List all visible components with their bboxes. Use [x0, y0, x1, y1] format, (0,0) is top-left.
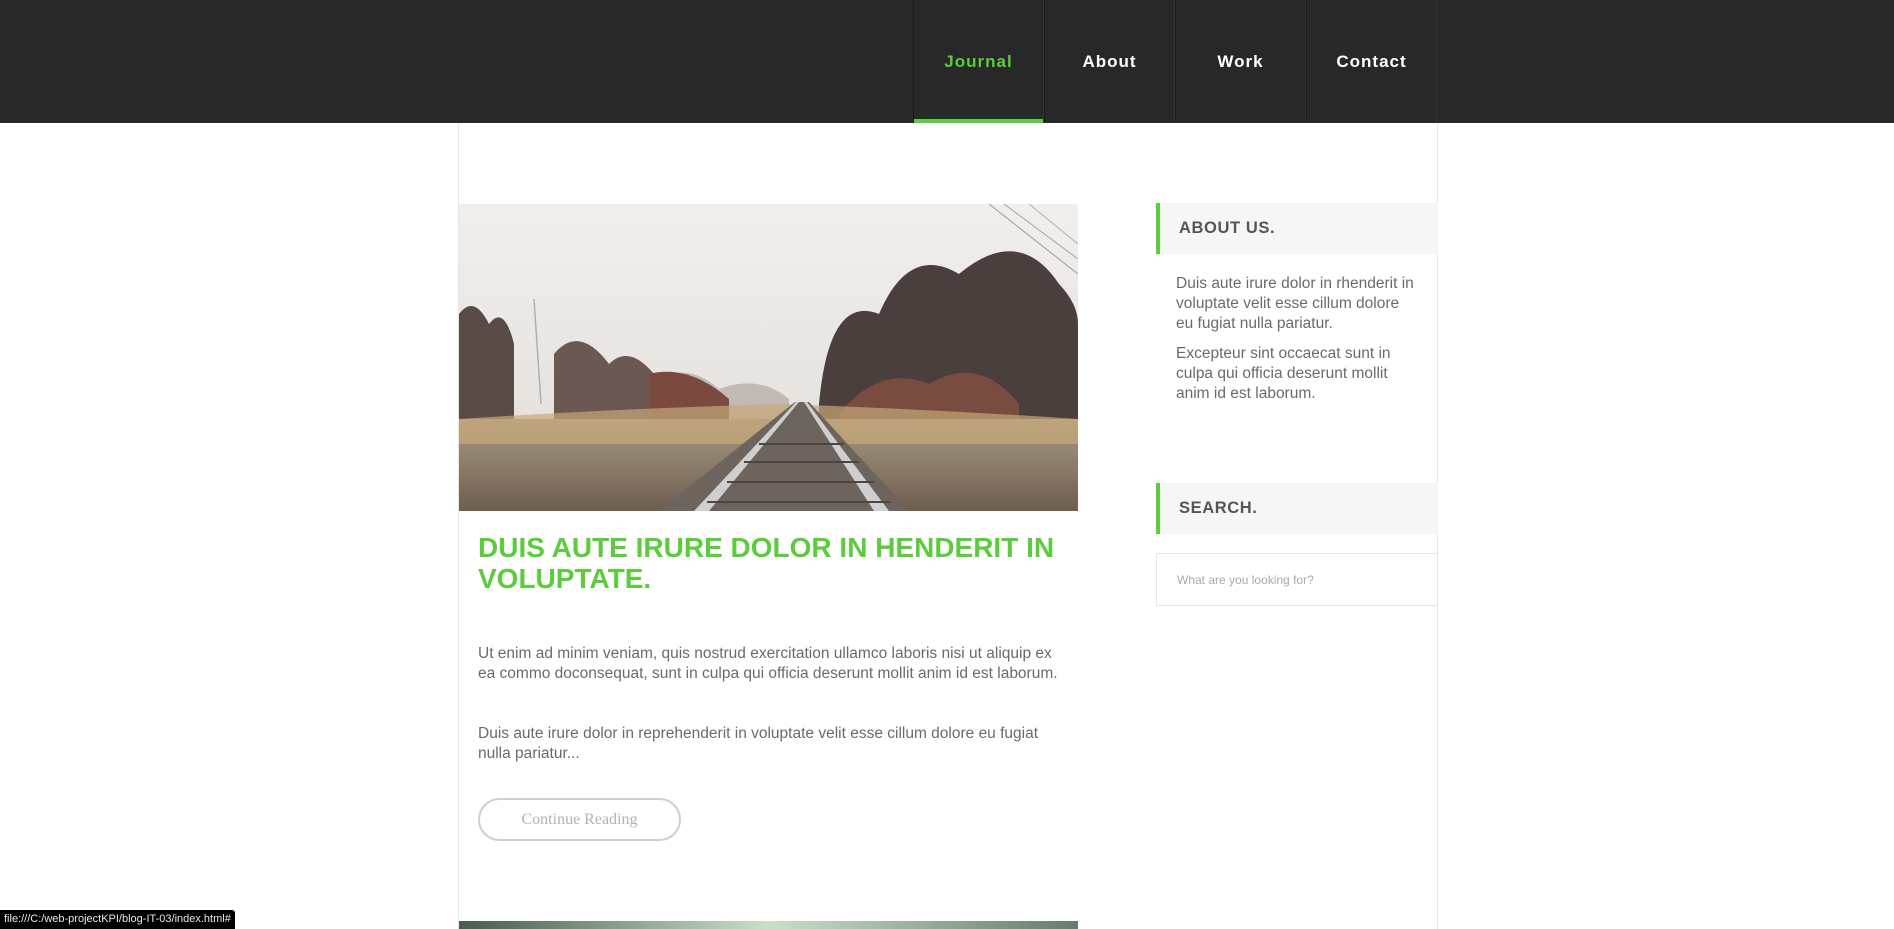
- post-image[interactable]: [459, 204, 1078, 511]
- post-paragraph: Duis aute irure dolor in reprehenderit i…: [478, 725, 1039, 762]
- browser-status-url: file:///C:/web-projectKPI/blog-IT-03/ind…: [0, 910, 235, 929]
- about-widget-text: Duis aute irure dolor in rhenderit in vo…: [1176, 275, 1414, 332]
- nav-item-about[interactable]: About: [1044, 0, 1175, 123]
- about-widget-text: Excepteur sint occaecat sunt in culpa qu…: [1176, 345, 1391, 402]
- about-widget-title: ABOUT US.: [1156, 203, 1438, 254]
- search-input[interactable]: [1156, 553, 1438, 606]
- nav-item-contact[interactable]: Contact: [1306, 0, 1437, 123]
- about-widget-title-text: ABOUT US.: [1179, 219, 1276, 237]
- nav-item-journal[interactable]: Journal: [913, 0, 1044, 123]
- search-widget-title-text: SEARCH.: [1179, 499, 1258, 517]
- search-widget-title: SEARCH.: [1156, 483, 1438, 534]
- nav-item-work[interactable]: Work: [1175, 0, 1306, 123]
- post-paragraph: Ut enim ad minim veniam, quis nostrud ex…: [478, 645, 1058, 682]
- next-post-image[interactable]: [459, 921, 1078, 929]
- site-header: Journal About Work Contact: [0, 0, 1894, 123]
- main-nav: Journal About Work Contact: [913, 0, 1437, 123]
- post-title[interactable]: DUIS AUTE IRURE DOLOR IN HENDERIT IN VOL…: [478, 532, 1058, 594]
- continue-reading-button[interactable]: Continue Reading: [478, 798, 681, 841]
